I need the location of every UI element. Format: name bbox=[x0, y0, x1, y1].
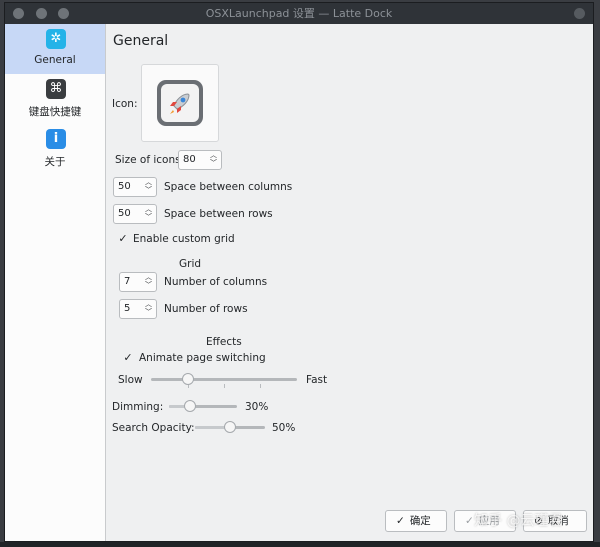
space-rows-label: Space between rows bbox=[164, 208, 273, 220]
enable-custom-grid-checkbox[interactable]: ✓ bbox=[117, 233, 129, 245]
columns-label: Number of columns bbox=[164, 276, 268, 288]
slider-tick bbox=[224, 384, 225, 388]
maximize-window-button[interactable] bbox=[58, 8, 69, 19]
kde-gear-icon: ✲ bbox=[46, 29, 66, 49]
space-columns-label: Space between columns bbox=[164, 181, 293, 193]
space-rows-spinbox[interactable]: 50 ︿ ﹀ bbox=[113, 204, 157, 224]
close-window-button[interactable] bbox=[13, 8, 24, 19]
spin-arrows-icon[interactable]: ︿ ﹀ bbox=[209, 151, 218, 169]
columns-spinbox[interactable]: 7 ︿ ﹀ bbox=[119, 272, 157, 292]
grid-heading: Grid bbox=[179, 258, 202, 270]
launchpad-icon bbox=[157, 80, 203, 126]
icon-label: Icon: bbox=[112, 98, 138, 110]
watermark: 知乎 @云瑾君 bbox=[474, 513, 563, 529]
settings-window: OSXLaunchpad 设置 — Latte Dock ✲ General ⌘… bbox=[4, 2, 594, 542]
general-page: General Icon: Size of icons 80 ︿ ﹀ 50 ︿ … bbox=[106, 24, 593, 541]
ok-label: 确定 bbox=[409, 515, 431, 527]
command-key-icon: ⌘ bbox=[46, 79, 66, 99]
dimming-value: 30% bbox=[245, 401, 269, 413]
speed-slider[interactable] bbox=[151, 373, 297, 388]
effects-heading: Effects bbox=[206, 336, 242, 348]
size-of-icons-spinbox[interactable]: 80 ︿ ﹀ bbox=[178, 150, 222, 170]
sidebar-item-label: General bbox=[34, 54, 76, 66]
search-opacity-slider[interactable] bbox=[195, 421, 265, 433]
sidebar: ✲ General ⌘ 键盘快捷键 i 关于 bbox=[5, 24, 106, 541]
space-columns-spinbox[interactable]: 50 ︿ ﹀ bbox=[113, 177, 157, 197]
speed-fast-label: Fast bbox=[306, 374, 328, 386]
animate-label: Animate page switching bbox=[139, 352, 266, 364]
info-icon: i bbox=[46, 129, 66, 149]
dimming-slider-handle[interactable] bbox=[184, 400, 196, 412]
speed-slow-label: Slow bbox=[118, 374, 143, 386]
rows-spinbox[interactable]: 5 ︿ ﹀ bbox=[119, 299, 157, 319]
checkmark-icon: ✓ bbox=[396, 515, 405, 527]
spinbox-value: 5 bbox=[124, 303, 131, 314]
slider-tick bbox=[260, 384, 261, 388]
title-bar: OSXLaunchpad 设置 — Latte Dock bbox=[5, 3, 593, 24]
page-title: General bbox=[113, 33, 169, 49]
desktop-panel bbox=[0, 542, 600, 547]
dimming-slider[interactable] bbox=[169, 400, 237, 412]
size-of-icons-label: Size of icons bbox=[115, 154, 181, 166]
speed-slider-handle[interactable] bbox=[182, 373, 194, 385]
dimming-label: Dimming: bbox=[112, 401, 164, 413]
sidebar-item-label: 关于 bbox=[44, 156, 66, 168]
sidebar-item-about[interactable]: i 关于 bbox=[5, 124, 105, 174]
checkmark-icon: ✓ bbox=[465, 515, 474, 527]
spin-arrows-icon[interactable]: ︿ ﹀ bbox=[144, 205, 153, 223]
animate-checkbox[interactable]: ✓ bbox=[122, 352, 134, 364]
close-x-icon[interactable] bbox=[574, 8, 585, 19]
enable-custom-grid-label: Enable custom grid bbox=[133, 233, 235, 245]
rows-label: Number of rows bbox=[164, 303, 248, 315]
ok-button[interactable]: ✓ 确定 bbox=[385, 510, 447, 532]
sidebar-item-label: 键盘快捷键 bbox=[28, 106, 82, 118]
spinbox-value: 50 bbox=[118, 208, 131, 219]
search-opacity-label: Search Opacity: bbox=[112, 422, 195, 434]
search-opacity-value: 50% bbox=[272, 422, 296, 434]
rocket-icon bbox=[170, 93, 190, 114]
minimize-window-button[interactable] bbox=[36, 8, 47, 19]
icon-picker-button[interactable] bbox=[141, 64, 219, 142]
spin-arrows-icon[interactable]: ︿ ﹀ bbox=[144, 300, 153, 318]
sidebar-item-general[interactable]: ✲ General bbox=[5, 24, 105, 74]
spinbox-value: 80 bbox=[183, 154, 196, 165]
search-opacity-slider-handle[interactable] bbox=[224, 421, 236, 433]
spinbox-value: 50 bbox=[118, 181, 131, 192]
spin-arrows-icon[interactable]: ︿ ﹀ bbox=[144, 273, 153, 291]
window-title: OSXLaunchpad 设置 — Latte Dock bbox=[205, 7, 393, 20]
sidebar-item-shortcuts[interactable]: ⌘ 键盘快捷键 bbox=[5, 74, 105, 124]
spinbox-value: 7 bbox=[124, 276, 131, 287]
spin-arrows-icon[interactable]: ︿ ﹀ bbox=[144, 178, 153, 196]
